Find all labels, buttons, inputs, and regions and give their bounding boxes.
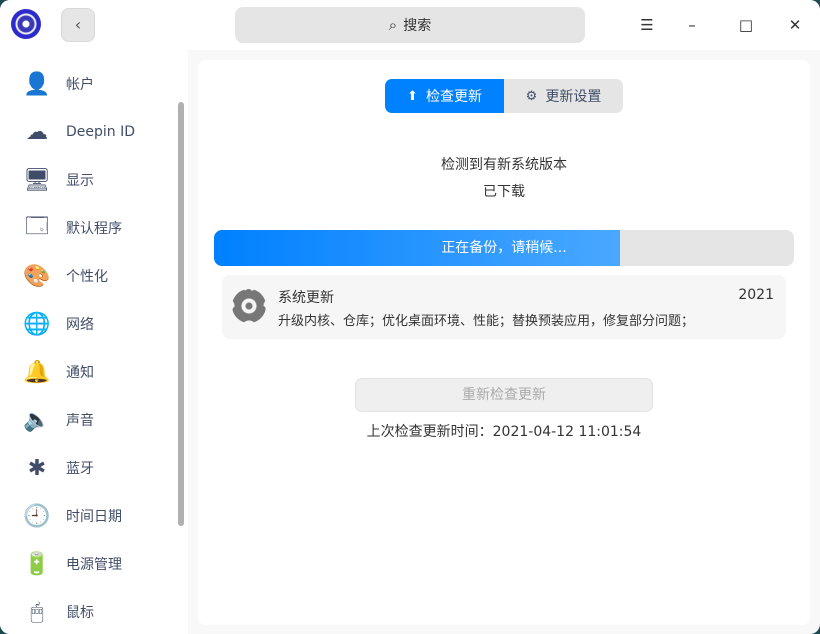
close-button[interactable]: ✕: [782, 12, 808, 38]
recheck-button[interactable]: 重新检查更新: [355, 378, 653, 412]
sidebar-item-icon: ✱: [27, 455, 47, 481]
gear-icon: ⚙: [525, 88, 538, 104]
sidebar-item-label: 通知: [66, 365, 94, 381]
sidebar-item-9[interactable]: 🕘 时间日期: [0, 492, 180, 540]
sidebar-item-label: 电源管理: [66, 557, 122, 573]
sidebar-item-icon: 🖥: [23, 167, 51, 193]
sidebar: 👤 帐户 ☁ Deepin ID 🖥 显示 🗔 默认程序 🎨 个性化 🌐 网络 🔔 通知 🔈 声音 ✱ 蓝牙 🕘 时间…: [0, 50, 188, 634]
sidebar-item-6[interactable]: 🔔 通知: [0, 348, 180, 396]
search-input[interactable]: ⌕ 搜索: [235, 7, 585, 43]
update-tabs: ⬆ 检查更新 ⚙ 更新设置: [385, 79, 623, 113]
search-placeholder: 搜索: [403, 18, 432, 34]
tab-label: 更新设置: [545, 89, 602, 105]
progress-label: 正在备份，请稍候...: [441, 240, 567, 256]
sidebar-item-7[interactable]: 🔈 声音: [0, 396, 180, 444]
sidebar-item-4[interactable]: 🎨 个性化: [0, 252, 180, 300]
sidebar-item-8[interactable]: ✱ 蓝牙: [0, 444, 180, 492]
sidebar-item-2[interactable]: 🖥 显示: [0, 156, 180, 204]
app-logo-icon: [11, 9, 41, 39]
last-check-time: 上次检查更新时间：2021-04-12 11:01:54: [366, 424, 642, 440]
sidebar-item-icon: 🖱: [30, 599, 44, 625]
sidebar-item-icon: 🔈: [23, 407, 51, 433]
maximize-button[interactable]: □: [733, 12, 759, 38]
system-update-gear-icon: [232, 289, 266, 323]
back-button[interactable]: ‹: [61, 8, 95, 42]
sidebar-item-icon: 🌐: [23, 311, 51, 337]
tab-label: 检查更新: [425, 89, 482, 105]
sidebar-item-icon: 🔔: [23, 359, 51, 385]
update-panel: ⬆ 检查更新 ⚙ 更新设置 检测到有新系统版本 已下载 正在备份，请稍候... 系统…: [198, 60, 810, 625]
minimize-button[interactable]: –: [679, 12, 705, 38]
sidebar-item-5[interactable]: 🌐 网络: [0, 300, 180, 348]
sidebar-item-icon: 🕘: [23, 503, 51, 529]
sidebar-item-label: 时间日期: [66, 509, 122, 525]
sidebar-item-icon: ☁: [26, 119, 48, 145]
sidebar-item-label: 鼠标: [66, 605, 94, 621]
sidebar-item-icon: 🎨: [23, 263, 51, 289]
sidebar-item-icon: 👤: [23, 71, 51, 97]
update-name: 系统更新: [278, 290, 334, 306]
status-text: 检测到有新系统版本: [441, 157, 567, 173]
sidebar-item-1[interactable]: ☁ Deepin ID: [0, 108, 180, 156]
sidebar-item-3[interactable]: 🗔 默认程序: [0, 204, 180, 252]
titlebar: ‹ ⌕ 搜索 ☰ – □ ✕: [0, 0, 820, 50]
settings-window: ‹ ⌕ 搜索 ☰ – □ ✕ 👤 帐户 ☁ Deepin ID 🖥 显示 🗔 默认程序 🎨 个性化 🌐…: [0, 0, 820, 634]
sidebar-item-10[interactable]: 🔋 电源管理: [0, 540, 180, 588]
sidebar-item-label: 个性化: [66, 269, 108, 285]
sidebar-item-label: Deepin ID: [66, 124, 136, 140]
arrow-up-circle-icon: ⬆: [407, 88, 418, 104]
sidebar-item-0[interactable]: 👤 帐户: [0, 60, 180, 108]
sidebar-item-11[interactable]: 🖱 鼠标: [0, 588, 180, 634]
update-version: 2021: [738, 287, 774, 303]
update-description: 升级内核、仓库；优化桌面环境、性能；替换预装应用，修复部分问题；: [278, 314, 695, 329]
sidebar-item-label: 蓝牙: [66, 461, 94, 477]
backup-progress-bar: 正在备份，请稍候...: [214, 230, 794, 266]
update-item: 系统更新 升级内核、仓库；优化桌面环境、性能；替换预装应用，修复部分问题； 20…: [222, 275, 786, 339]
search-icon: ⌕: [388, 16, 398, 34]
tab-check-update[interactable]: ⬆ 检查更新: [385, 79, 504, 113]
sidebar-item-label: 默认程序: [66, 221, 122, 237]
sidebar-item-icon: 🔋: [23, 551, 51, 577]
tab-update-settings[interactable]: ⚙ 更新设置: [504, 79, 623, 113]
sidebar-item-icon: 🗔: [25, 214, 49, 239]
sidebar-item-label: 声音: [66, 413, 94, 429]
menu-button[interactable]: ☰: [634, 12, 660, 38]
substatus-text: 已下载: [483, 184, 525, 200]
sidebar-item-label: 显示: [66, 173, 94, 189]
sidebar-item-label: 网络: [66, 317, 94, 333]
sidebar-item-label: 帐户: [66, 77, 94, 93]
